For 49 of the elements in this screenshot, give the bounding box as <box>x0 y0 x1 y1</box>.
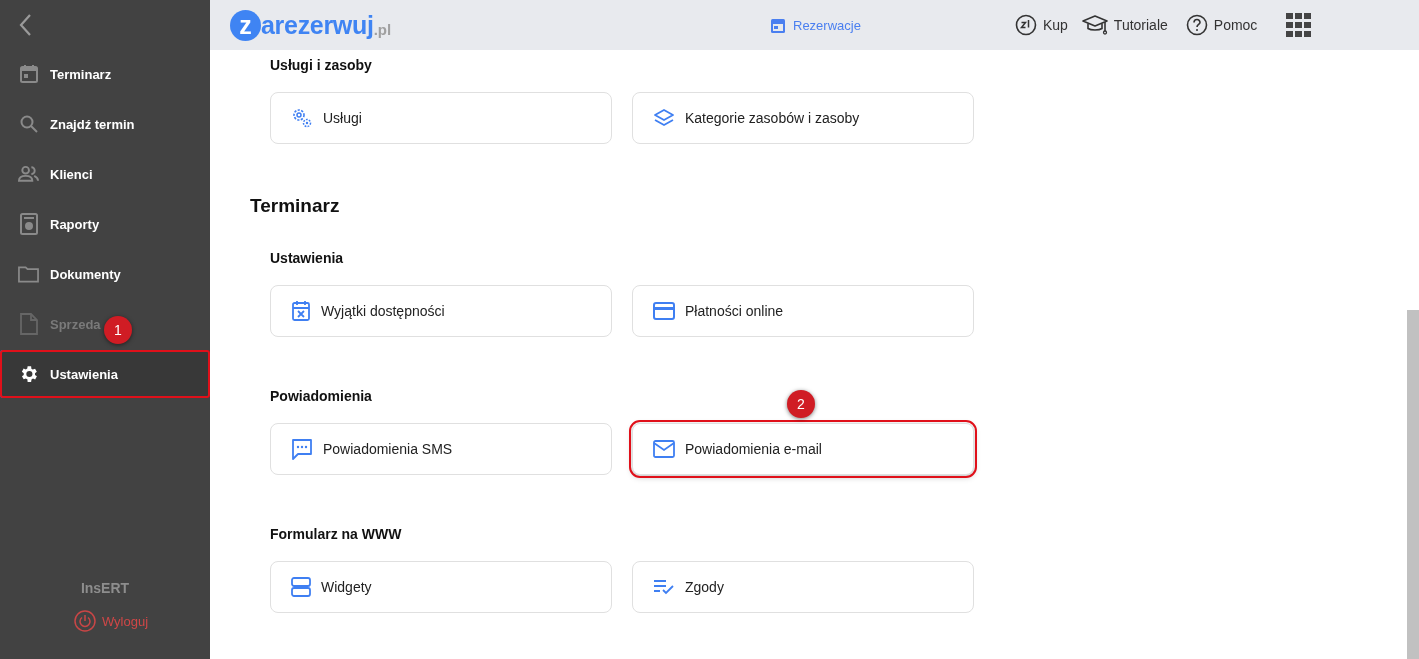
search-icon <box>18 114 39 134</box>
envelope-icon <box>653 440 675 458</box>
report-icon <box>18 213 39 235</box>
sidebar-item[interactable]: Znajdź termin <box>50 116 135 132</box>
sidebar-item[interactable]: Ustawienia <box>0 350 210 398</box>
step-badge: 1 <box>104 316 132 344</box>
power-icon <box>73 610 96 632</box>
checklist-icon <box>653 579 675 595</box>
people-icon <box>18 164 39 184</box>
calendar-x-icon <box>291 300 311 322</box>
gears-icon <box>291 107 313 129</box>
settings-card[interactable]: Powiadomienia e-mail <box>632 423 974 475</box>
calendar-icon <box>770 16 786 34</box>
section-heading: Terminarz <box>250 194 341 218</box>
apps-grid-icon[interactable] <box>1286 13 1312 37</box>
group-heading: Formularz na WWW <box>270 525 402 544</box>
sidebar-item[interactable]: Dokumenty <box>50 266 121 282</box>
settings-card[interactable]: Usługi <box>270 92 612 144</box>
layers-icon <box>653 108 675 128</box>
group-heading: Powiadomienia <box>270 387 372 406</box>
graduation-cap-icon <box>1081 14 1108 36</box>
settings-card[interactable]: Zgody <box>632 561 974 613</box>
sidebar-item[interactable]: Klienci <box>50 166 93 182</box>
group-heading: Usługi i zasoby <box>270 56 372 75</box>
credit-card-icon <box>653 302 675 320</box>
step-badge: 2 <box>787 390 815 418</box>
logo-text: arezerwuj <box>261 10 374 40</box>
settings-card[interactable]: Płatności online <box>632 285 974 337</box>
sidebar-item[interactable]: Terminarz <box>50 66 112 82</box>
coin-icon <box>1014 14 1037 36</box>
calendar-icon <box>18 64 39 84</box>
help-icon <box>1185 14 1208 36</box>
settings-card[interactable]: Powiadomienia SMS <box>270 423 612 475</box>
logo-domain: .pl <box>373 20 392 38</box>
header-link[interactable]: Pomoc <box>1185 14 1258 36</box>
header-link[interactable]: Kup <box>1014 14 1068 36</box>
settings-card[interactable]: Wyjątki dostępności <box>270 285 612 337</box>
sidebar-item[interactable]: Raporty <box>50 216 100 232</box>
widget-icon <box>291 577 311 597</box>
settings-card[interactable]: Kategorie zasobów i zasoby <box>632 92 974 144</box>
folder-icon <box>18 265 39 283</box>
chat-icon <box>291 438 313 460</box>
document-icon <box>19 313 38 335</box>
brand-label: InsERT <box>80 580 130 596</box>
header-link[interactable]: Tutoriale <box>1081 14 1168 36</box>
settings-card[interactable]: Widgety <box>270 561 612 613</box>
logo-mark: z <box>230 9 261 41</box>
back-icon[interactable] <box>18 12 32 37</box>
group-heading: Ustawienia <box>270 249 344 268</box>
